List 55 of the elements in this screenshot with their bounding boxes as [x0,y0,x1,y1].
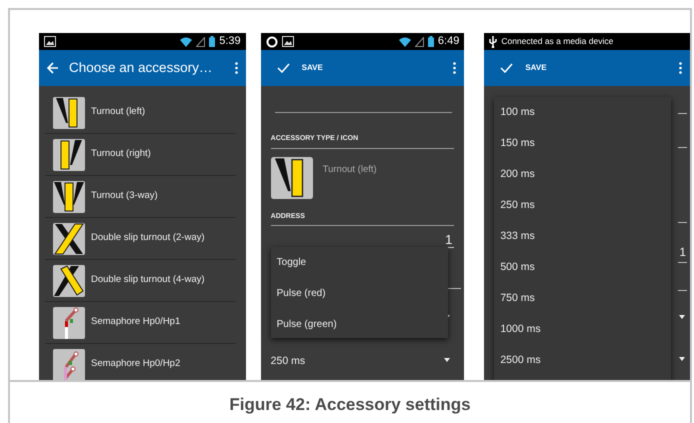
dropdown-arrow-icon [679,357,685,361]
list-item[interactable]: Turnout (left) [91,105,146,120]
menu-item[interactable]: Toggle [270,247,448,278]
figure-caption: Figure 42: Accessory settings [229,394,471,416]
accessory-icon [270,156,313,198]
menu-item[interactable]: 333 ms [494,221,672,252]
list-item[interactable]: Semaphore Hp0/Hp1 [91,315,180,330]
accessory-icon [53,96,85,128]
picture-icon [44,36,56,47]
accessory-icon [53,222,85,254]
battery-icon [428,36,434,47]
menu-item[interactable]: 1000 ms [494,314,672,345]
signal-icon [414,36,424,46]
list-item[interactable]: Semaphore Hp0/Hp2 [91,357,180,372]
menu-item[interactable]: 500 ms [494,252,672,283]
dropdown-arrow-icon [444,358,450,362]
menu-item[interactable]: 150 ms [494,128,672,159]
dropdown-arrow-icon [679,315,685,319]
save-button[interactable]: SAVE [525,62,547,74]
picture-icon [282,36,294,47]
menu-item[interactable]: 750 ms [494,283,672,314]
overflow-menu-icon [679,62,682,74]
wifi-icon [398,36,411,46]
overflow-menu-icon [234,62,238,74]
accessory-icon [53,264,85,296]
circle-icon [266,36,278,48]
wifi-icon [180,36,192,46]
battery-icon [209,36,216,47]
menu-item[interactable]: Pulse (green) [270,309,448,340]
overflow-menu-icon [453,62,456,74]
accessory-icon [53,138,85,170]
menu-item[interactable]: 2500 ms [494,345,672,376]
back-icon [47,62,59,74]
menu-item[interactable]: 200 ms [494,159,672,190]
menu-item[interactable]: Pulse (red) [270,278,448,309]
check-icon [500,63,514,73]
save-button[interactable]: SAVE [302,62,323,74]
status-time: 6:49 [438,34,460,50]
menu-item[interactable]: 250 ms [494,190,672,221]
screen-title: Choose an accessory… [69,58,214,77]
accessory-icon [53,306,85,338]
signal-icon [196,36,206,46]
accessory-type: Turnout (left) [322,162,377,176]
list-item[interactable]: Turnout (3-way) [91,189,158,204]
list-item[interactable]: Double slip turnout (4-way) [91,273,205,288]
list-item[interactable]: Turnout (right) [91,147,151,162]
accessory-icon [53,180,85,212]
address-field: 1 [679,243,686,261]
usb-icon [489,36,498,48]
status-time: 5:39 [219,34,241,50]
check-icon [276,63,290,73]
pulse-length-select[interactable]: 250 ms [270,354,306,370]
list-item[interactable]: Double slip turnout (2-way) [91,231,205,246]
menu-item[interactable]: 100 ms [494,97,672,128]
status-message: Connected as a media device [501,35,614,48]
